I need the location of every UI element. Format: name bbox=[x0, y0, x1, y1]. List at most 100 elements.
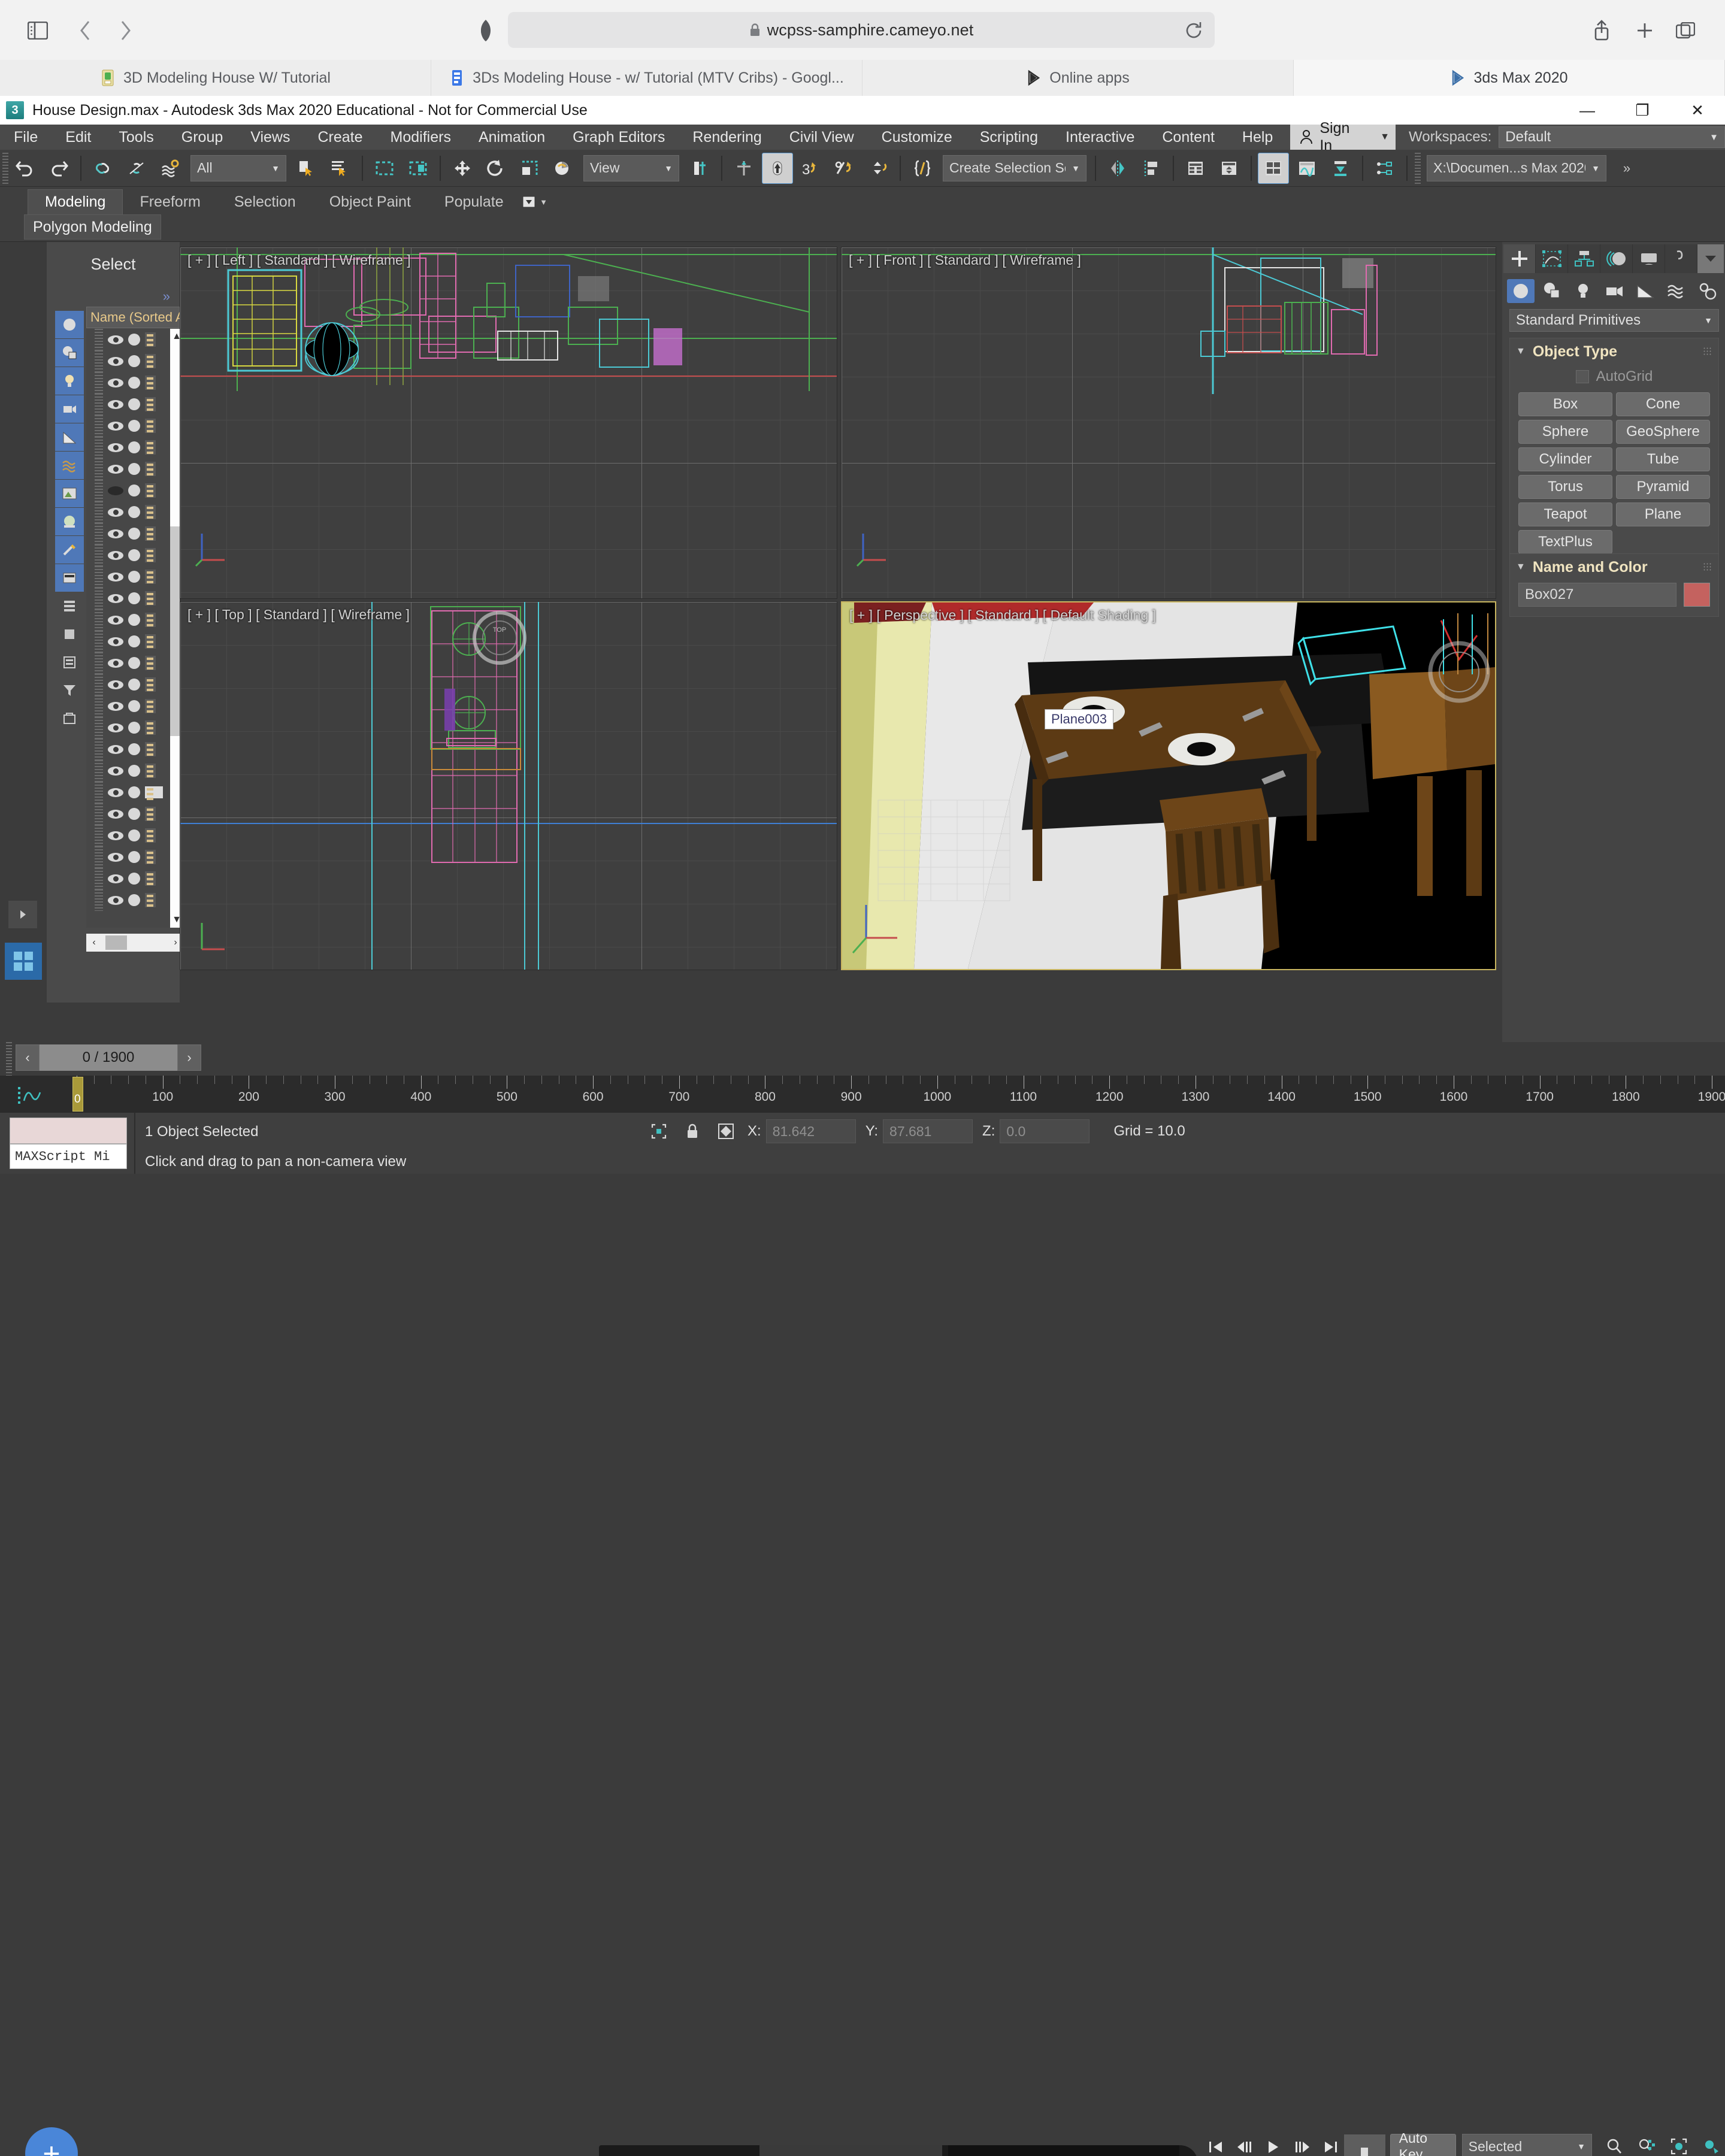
select-spacewarp-icon[interactable] bbox=[55, 452, 84, 479]
geometry-category-select[interactable]: Standard Primitives ▼ bbox=[1509, 309, 1719, 332]
render-toggle-icon[interactable] bbox=[128, 786, 140, 798]
y-value-field[interactable]: 87.681 bbox=[883, 1119, 973, 1143]
toolbar-overflow-button[interactable]: » bbox=[1611, 153, 1642, 184]
visibility-eye-icon[interactable] bbox=[108, 335, 123, 344]
material-editor-icon[interactable] bbox=[1325, 153, 1356, 184]
render-toggle-icon[interactable] bbox=[128, 700, 140, 712]
select-environment-icon[interactable] bbox=[55, 508, 84, 535]
absolute-mode-icon[interactable] bbox=[714, 1118, 738, 1144]
use-pivot-center-icon[interactable] bbox=[684, 153, 715, 184]
render-toggle-icon[interactable] bbox=[128, 506, 140, 518]
viewport-label-top[interactable]: [ + ] [ Top ] [ Standard ] [ Wireframe ] bbox=[187, 607, 410, 623]
viewport-label-front[interactable]: [ + ] [ Front ] [ Standard ] [ Wireframe… bbox=[849, 252, 1081, 268]
render-toggle-icon[interactable] bbox=[128, 873, 140, 885]
menu-scripting[interactable]: Scripting bbox=[966, 125, 1052, 150]
time-slider-handle[interactable]: 0 bbox=[72, 1077, 83, 1112]
selection-filter-select[interactable]: All ▼ bbox=[190, 155, 286, 181]
visibility-eye-icon[interactable] bbox=[108, 572, 123, 582]
visibility-eye-icon[interactable] bbox=[108, 701, 123, 711]
track-bar[interactable]: 0 100 200 300 400 500 600 700 800 900 1000 1100 1200… bbox=[0, 1076, 1725, 1113]
ribbon-tab-selection[interactable]: Selection bbox=[217, 189, 313, 214]
visibility-eye-icon[interactable] bbox=[108, 874, 123, 883]
visibility-eye-icon[interactable] bbox=[108, 788, 123, 797]
time-slider-grip[interactable] bbox=[6, 1042, 12, 1076]
render-toggle-icon[interactable] bbox=[128, 528, 140, 540]
menu-help[interactable]: Help bbox=[1228, 125, 1287, 150]
select-align-icon[interactable] bbox=[728, 153, 759, 184]
toolbar-grip-2[interactable] bbox=[1415, 152, 1421, 184]
minimize-button[interactable]: — bbox=[1560, 96, 1615, 125]
address-bar[interactable]: wcpss-samphire.cameyo.net bbox=[508, 12, 1215, 48]
current-frame-display[interactable]: 0 / 1900 bbox=[40, 1044, 177, 1071]
create-pyramid-button[interactable]: Pyramid bbox=[1616, 475, 1710, 499]
render-toggle-icon[interactable] bbox=[128, 420, 140, 432]
utilities-tab[interactable] bbox=[1665, 244, 1697, 273]
menu-content[interactable]: Content bbox=[1148, 125, 1228, 150]
render-toggle-icon[interactable] bbox=[128, 334, 140, 346]
scene-explorer-row[interactable] bbox=[86, 738, 170, 760]
visibility-eye-icon[interactable] bbox=[108, 486, 123, 495]
go-to-end-icon[interactable] bbox=[1318, 2134, 1344, 2156]
scene-explorer-row[interactable] bbox=[86, 329, 170, 350]
percent-snap-icon[interactable] bbox=[829, 153, 860, 184]
zoom-all-icon[interactable] bbox=[1633, 2134, 1660, 2156]
select-move-icon[interactable] bbox=[447, 153, 478, 184]
render-toggle-icon[interactable] bbox=[128, 679, 140, 691]
filter-icon[interactable] bbox=[55, 677, 84, 704]
render-toggle-icon[interactable] bbox=[128, 549, 140, 561]
visibility-eye-icon[interactable] bbox=[108, 637, 123, 646]
lights-icon[interactable] bbox=[1569, 279, 1597, 303]
render-toggle-icon[interactable] bbox=[128, 743, 140, 755]
visibility-eye-icon[interactable] bbox=[108, 723, 123, 732]
chevron-left-icon[interactable] bbox=[72, 16, 98, 46]
viewport-left[interactable]: [ + ] [ Left ] [ Standard ] [ Wireframe … bbox=[180, 247, 837, 599]
menu-modifiers[interactable]: Modifiers bbox=[377, 125, 465, 150]
viewport-label-left[interactable]: [ + ] [ Left ] [ Standard ] [ Wireframe … bbox=[187, 252, 411, 268]
shapes-icon[interactable] bbox=[1538, 279, 1566, 303]
scene-explorer-row[interactable] bbox=[86, 437, 170, 458]
cameras-icon[interactable] bbox=[1600, 279, 1628, 303]
visibility-eye-icon[interactable] bbox=[108, 809, 123, 819]
visibility-eye-icon[interactable] bbox=[108, 658, 123, 668]
scene-explorer-row[interactable] bbox=[86, 501, 170, 523]
window-crossing-icon[interactable] bbox=[402, 153, 434, 184]
create-sphere-button[interactable]: Sphere bbox=[1518, 420, 1612, 444]
scene-explorer-row[interactable] bbox=[86, 631, 170, 652]
taskbar-task-3dsmax[interactable]: 3 3dsmax Add Time Tag bbox=[948, 2145, 1180, 2156]
zoom-region-icon[interactable] bbox=[1697, 2134, 1725, 2156]
select-container-icon[interactable] bbox=[55, 564, 84, 592]
scene-explorer-expand-button[interactable]: » bbox=[163, 289, 170, 304]
scene-explorer-row[interactable] bbox=[86, 350, 170, 372]
redo-icon[interactable] bbox=[43, 153, 74, 184]
viewport-top[interactable]: TOP [ + ] [ Top ] [ Standard ] [ Wirefra… bbox=[180, 601, 837, 970]
tab-overview-icon[interactable] bbox=[1671, 16, 1700, 46]
helpers-icon[interactable] bbox=[1632, 279, 1659, 303]
chevron-down-icon[interactable]: ▼ bbox=[1380, 132, 1390, 143]
scene-explorer-row[interactable] bbox=[86, 652, 170, 674]
previous-frame-button[interactable]: ‹ bbox=[16, 1044, 40, 1071]
selection-lock-icon[interactable] bbox=[647, 1118, 671, 1144]
select-helper-icon[interactable] bbox=[55, 423, 84, 451]
scene-explorer-row[interactable] bbox=[86, 480, 170, 501]
visibility-eye-icon[interactable] bbox=[108, 356, 123, 366]
render-toggle-icon[interactable] bbox=[128, 377, 140, 389]
create-torus-button[interactable]: Torus bbox=[1518, 475, 1612, 499]
select-light-icon[interactable] bbox=[55, 367, 84, 395]
visibility-eye-icon[interactable] bbox=[108, 766, 123, 776]
menu-animation[interactable]: Animation bbox=[465, 125, 559, 150]
render-toggle-icon[interactable] bbox=[128, 355, 140, 367]
visibility-eye-icon[interactable] bbox=[108, 378, 123, 387]
freeze-icon[interactable] bbox=[55, 620, 84, 648]
render-toggle-icon[interactable] bbox=[128, 441, 140, 453]
select-brush-icon[interactable] bbox=[55, 536, 84, 564]
render-toggle-icon[interactable] bbox=[128, 851, 140, 863]
bind-space-warp-icon[interactable] bbox=[155, 153, 186, 184]
scene-explorer-hscrollbar[interactable]: ‹ › bbox=[86, 934, 183, 952]
rollout-grip[interactable] bbox=[1703, 347, 1712, 356]
layer-explorer-icon[interactable] bbox=[1180, 153, 1211, 184]
shield-icon[interactable] bbox=[473, 16, 498, 46]
ribbon-tab-object-paint[interactable]: Object Paint bbox=[313, 189, 428, 214]
go-to-start-icon[interactable] bbox=[1203, 2134, 1229, 2156]
menu-views[interactable]: Views bbox=[237, 125, 304, 150]
mirror-icon[interactable] bbox=[1102, 153, 1133, 184]
